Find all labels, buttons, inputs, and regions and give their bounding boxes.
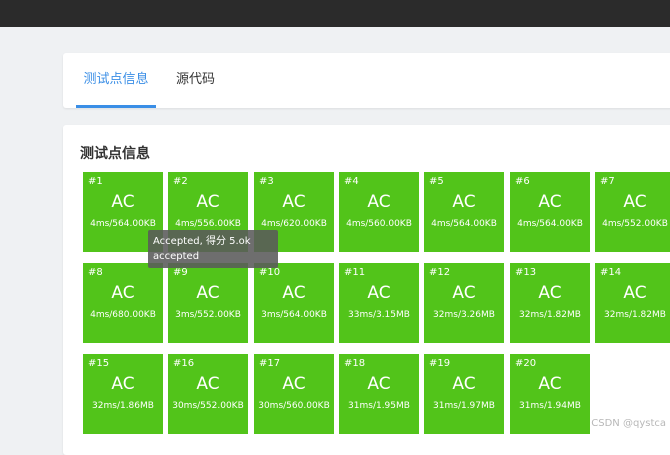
testcase-result: AC <box>111 374 135 394</box>
testcase-time-memory: 30ms/552.00KB <box>172 401 244 411</box>
testcase-number: #2 <box>173 176 188 187</box>
testcase-number: #20 <box>515 358 537 369</box>
tab-source-code[interactable]: 源代码 <box>176 53 215 108</box>
testcase-tile[interactable]: #20 AC 31ms/1.94MB <box>510 354 590 434</box>
testcase-result: AC <box>623 192 647 212</box>
testcase-result: AC <box>452 374 476 394</box>
testcase-time-memory: 4ms/680.00KB <box>90 310 156 320</box>
testcase-result: AC <box>538 374 562 394</box>
testcase-panel: 测试点信息 #1 AC 4ms/564.00KB #2 AC 4ms/556.00KB #3… <box>63 125 670 455</box>
testcase-tile[interactable]: #11 AC 33ms/3.15MB <box>339 263 419 343</box>
testcase-time-memory: 4ms/564.00KB <box>90 219 156 229</box>
testcase-number: #15 <box>88 358 110 369</box>
testcase-number: #10 <box>259 267 281 278</box>
testcase-number: #5 <box>429 176 444 187</box>
testcase-time-memory: 33ms/3.15MB <box>348 310 410 320</box>
testcase-result: AC <box>538 192 562 212</box>
testcase-time-memory: 4ms/564.00KB <box>517 219 583 229</box>
testcase-time-memory: 4ms/620.00KB <box>261 219 327 229</box>
tab-testcase-info[interactable]: 测试点信息 <box>76 53 156 108</box>
testcase-time-memory: 3ms/564.00KB <box>261 310 327 320</box>
testcase-time-memory: 32ms/1.82MB <box>519 310 581 320</box>
testcase-time-memory: 32ms/1.86MB <box>92 401 154 411</box>
testcase-tile[interactable]: #15 AC 32ms/1.86MB <box>83 354 163 434</box>
top-navbar <box>0 0 670 27</box>
testcase-result: AC <box>538 283 562 303</box>
testcase-tile[interactable]: #10 AC 3ms/564.00KB <box>254 263 334 343</box>
testcase-result: AC <box>282 283 306 303</box>
testcase-tile[interactable]: #8 AC 4ms/680.00KB <box>83 263 163 343</box>
testcase-time-memory: 31ms/1.97MB <box>433 401 495 411</box>
testcase-tile[interactable]: #5 AC 4ms/564.00KB <box>424 172 504 252</box>
testcase-time-memory: 31ms/1.95MB <box>348 401 410 411</box>
testcase-time-memory: 31ms/1.94MB <box>519 401 581 411</box>
testcase-result: AC <box>196 283 220 303</box>
testcase-time-memory: 4ms/552.00KB <box>602 219 668 229</box>
testcase-result: AC <box>623 283 647 303</box>
testcase-number: #19 <box>429 358 451 369</box>
section-title: 测试点信息 <box>80 146 150 162</box>
testcase-result: AC <box>111 283 135 303</box>
testcase-number: #12 <box>429 267 451 278</box>
testcase-result: AC <box>452 192 476 212</box>
testcase-number: #16 <box>173 358 195 369</box>
testcase-tile[interactable]: #4 AC 4ms/560.00KB <box>339 172 419 252</box>
testcase-tile[interactable]: #14 AC 32ms/1.82MB <box>595 263 670 343</box>
testcase-tile[interactable]: #7 AC 4ms/552.00KB <box>595 172 670 252</box>
testcase-number: #6 <box>515 176 530 187</box>
testcase-number: #4 <box>344 176 359 187</box>
tabs-card: 测试点信息 源代码 <box>63 53 670 108</box>
testcase-tooltip: Accepted, 得分 5.ok accepted <box>148 230 278 268</box>
testcase-result: AC <box>111 192 135 212</box>
testcase-number: #8 <box>88 267 103 278</box>
testcase-number: #1 <box>88 176 103 187</box>
watermark: CSDN @qystca <box>591 418 666 429</box>
testcase-time-memory: 4ms/564.00KB <box>431 219 497 229</box>
tooltip-line-2: accepted <box>153 251 200 262</box>
testcase-result: AC <box>196 374 220 394</box>
testcase-tile[interactable]: #17 AC 30ms/560.00KB <box>254 354 334 434</box>
testcase-result: AC <box>282 192 306 212</box>
testcase-time-memory: 3ms/552.00KB <box>175 310 241 320</box>
testcase-tile[interactable]: #12 AC 32ms/3.26MB <box>424 263 504 343</box>
testcase-result: AC <box>196 192 220 212</box>
testcase-result: AC <box>367 374 391 394</box>
testcase-result: AC <box>452 283 476 303</box>
testcase-number: #11 <box>344 267 366 278</box>
testcase-tile[interactable]: #13 AC 32ms/1.82MB <box>510 263 590 343</box>
testcase-number: #18 <box>344 358 366 369</box>
testcase-number: #9 <box>173 267 188 278</box>
testcase-number: #13 <box>515 267 537 278</box>
testcase-result: AC <box>367 283 391 303</box>
testcase-number: #3 <box>259 176 274 187</box>
tooltip-line-1: Accepted, 得分 5.ok <box>153 236 251 247</box>
testcase-tile[interactable]: #19 AC 31ms/1.97MB <box>424 354 504 434</box>
testcase-time-memory: 32ms/1.82MB <box>604 310 666 320</box>
testcase-result: AC <box>282 374 306 394</box>
testcase-tile[interactable]: #9 AC 3ms/552.00KB <box>168 263 248 343</box>
testcase-number: #14 <box>600 267 622 278</box>
testcase-time-memory: 32ms/3.26MB <box>433 310 495 320</box>
testcase-time-memory: 4ms/560.00KB <box>346 219 412 229</box>
testcase-tile[interactable]: #16 AC 30ms/552.00KB <box>168 354 248 434</box>
testcase-time-memory: 30ms/560.00KB <box>258 401 330 411</box>
testcase-number: #7 <box>600 176 615 187</box>
testcase-number: #17 <box>259 358 281 369</box>
testcase-time-memory: 4ms/556.00KB <box>175 219 241 229</box>
testcase-result: AC <box>367 192 391 212</box>
testcase-tile[interactable]: #6 AC 4ms/564.00KB <box>510 172 590 252</box>
testcase-tile[interactable]: #18 AC 31ms/1.95MB <box>339 354 419 434</box>
